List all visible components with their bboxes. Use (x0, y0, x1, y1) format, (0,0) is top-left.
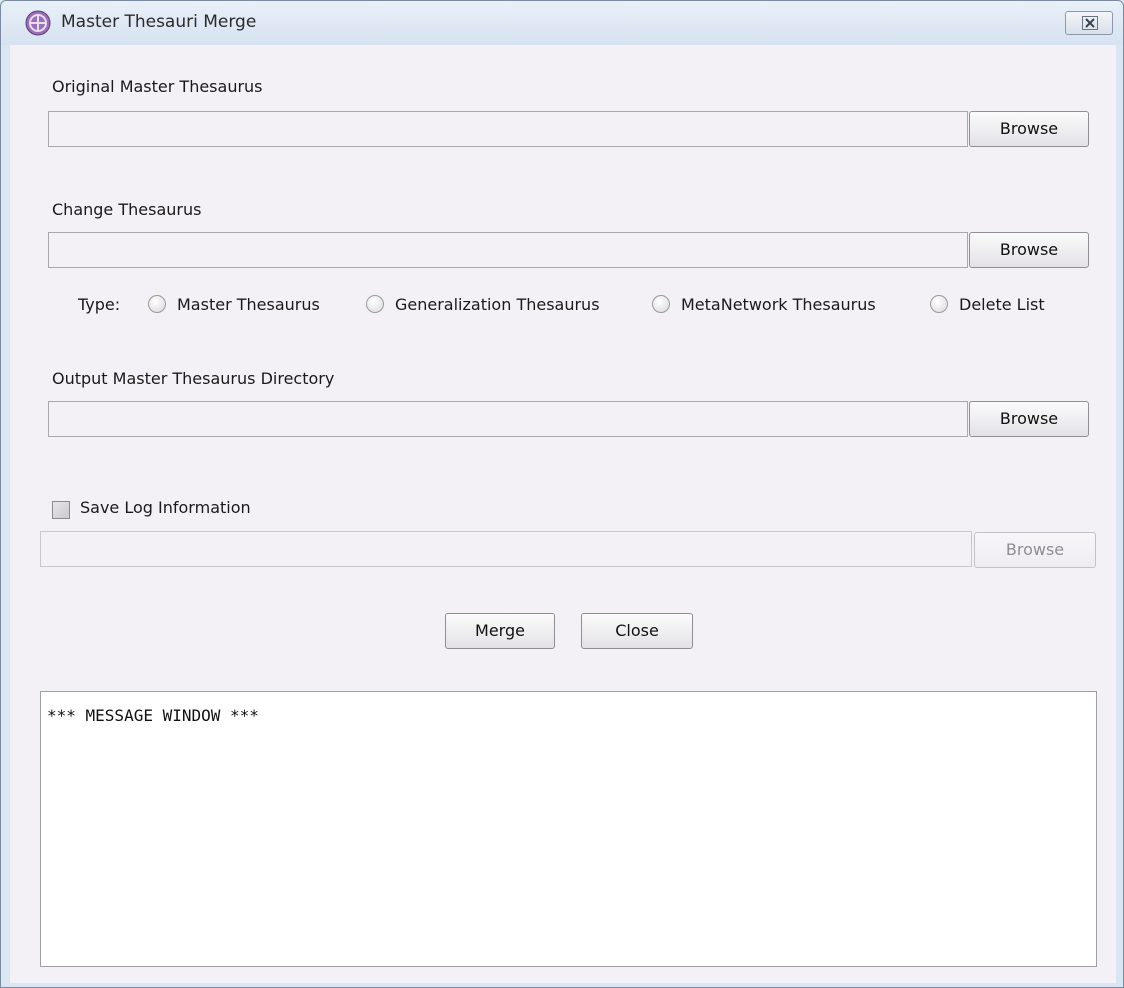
original-thesaurus-input[interactable] (48, 111, 968, 147)
dialog-content: Original Master Thesaurus Browse Change … (10, 45, 1116, 983)
radio-label-metanetwork-thesaurus[interactable]: MetaNetwork Thesaurus (681, 295, 876, 314)
radio-delete-list[interactable] (930, 295, 948, 313)
radio-generalization-thesaurus[interactable] (366, 295, 384, 313)
log-browse-button[interactable]: Browse (974, 532, 1096, 568)
original-browse-button[interactable]: Browse (969, 111, 1089, 147)
message-window-text: *** MESSAGE WINDOW *** (47, 706, 259, 725)
close-x-icon (1082, 16, 1098, 30)
title-bar[interactable]: Master Thesauri Merge (1, 1, 1123, 45)
radio-master-thesaurus[interactable] (148, 295, 166, 313)
window-close-button[interactable] (1065, 11, 1113, 35)
output-directory-label: Output Master Thesaurus Directory (52, 369, 335, 388)
type-label: Type: (78, 295, 121, 314)
change-browse-button[interactable]: Browse (969, 232, 1089, 268)
radio-label-master-thesaurus[interactable]: Master Thesaurus (177, 295, 320, 314)
close-button[interactable]: Close (581, 613, 693, 649)
output-directory-input[interactable] (48, 401, 968, 437)
radio-label-delete-list[interactable]: Delete List (959, 295, 1045, 314)
window-title: Master Thesauri Merge (61, 12, 257, 32)
change-thesaurus-label: Change Thesaurus (52, 200, 202, 219)
app-logo-icon (25, 10, 51, 36)
save-log-label[interactable]: Save Log Information (80, 498, 251, 517)
output-browse-button[interactable]: Browse (969, 401, 1089, 437)
original-thesaurus-label: Original Master Thesaurus (52, 77, 263, 96)
log-file-input[interactable] (40, 531, 972, 567)
save-log-checkbox[interactable] (52, 501, 70, 519)
message-window[interactable]: *** MESSAGE WINDOW *** (40, 691, 1097, 967)
merge-button[interactable]: Merge (445, 613, 555, 649)
radio-label-generalization-thesaurus[interactable]: Generalization Thesaurus (395, 295, 600, 314)
radio-metanetwork-thesaurus[interactable] (652, 295, 670, 313)
dialog-window: Master Thesauri Merge Original Master Th… (0, 0, 1124, 988)
change-thesaurus-input[interactable] (48, 232, 968, 268)
